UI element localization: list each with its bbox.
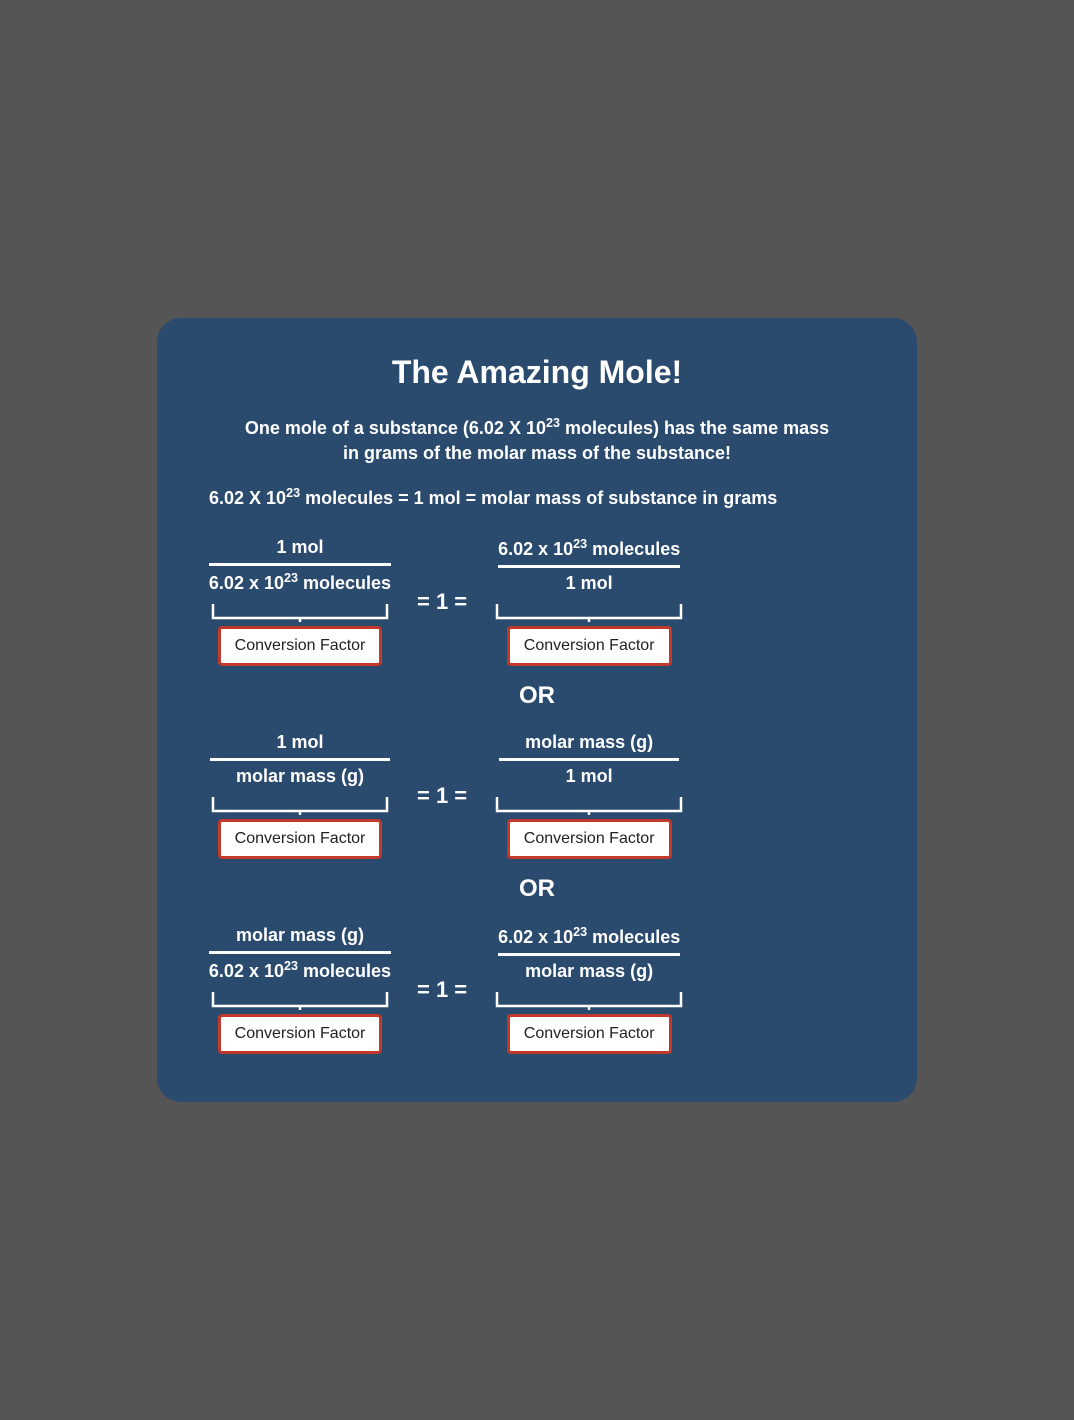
or-1: OR <box>205 682 869 710</box>
bracket-svg-3-left <box>205 988 395 1010</box>
fraction-left-2: 1 mol molar mass (g) Conversion Factor <box>205 732 395 859</box>
section-2: 1 mol molar mass (g) Conversion Factor =… <box>205 732 869 859</box>
bracket-svg-1-right <box>489 600 689 622</box>
conversion-box-2-left: Conversion Factor <box>218 819 383 859</box>
conversion-box-3-left: Conversion Factor <box>218 1014 383 1054</box>
brace-area-1-left: Conversion Factor <box>205 600 395 666</box>
pair-block-2: 1 mol molar mass (g) Conversion Factor =… <box>205 732 869 859</box>
page-title: The Amazing Mole! <box>205 354 869 391</box>
conversion-box-2-right: Conversion Factor <box>507 819 672 859</box>
frac3-left-den: 6.02 x 1023 molecules <box>209 954 391 982</box>
bracket-svg-1-left <box>205 600 395 622</box>
equals-3: = 1 = <box>417 977 467 1003</box>
frac3-left-num: molar mass (g) <box>209 925 391 954</box>
frac3-right-den: molar mass (g) <box>498 956 680 982</box>
frac2-left-num: 1 mol <box>210 732 390 761</box>
frac1-left-den: 6.02 x 1023 molecules <box>209 566 391 594</box>
frac1-right-den: 1 mol <box>498 568 680 594</box>
fraction-left-3: molar mass (g) 6.02 x 1023 molecules Con… <box>205 925 395 1054</box>
fraction-right-1: 6.02 x 1023 molecules 1 mol Conversion F… <box>489 537 689 666</box>
frac2-left-den: molar mass (g) <box>210 761 390 787</box>
frac2-right-num: molar mass (g) <box>499 732 679 761</box>
fraction-right-3: 6.02 x 1023 molecules molar mass (g) Con… <box>489 925 689 1054</box>
brace-area-3-left: Conversion Factor <box>205 988 395 1054</box>
brace-area-2-left: Conversion Factor <box>205 793 395 859</box>
frac2-right-den: 1 mol <box>499 761 679 787</box>
bracket-svg-3-right <box>489 988 689 1010</box>
conversion-box-1-left: Conversion Factor <box>218 626 383 666</box>
main-card: The Amazing Mole! One mole of a substanc… <box>157 318 917 1102</box>
pair-block-3: molar mass (g) 6.02 x 1023 molecules Con… <box>205 925 869 1054</box>
or-2: OR <box>205 875 869 903</box>
section-1: 1 mol 6.02 x 1023 molecules Conversion F… <box>205 537 869 666</box>
equals-2: = 1 = <box>417 783 467 809</box>
conversion-box-3-right: Conversion Factor <box>507 1014 672 1054</box>
bracket-svg-2-left <box>205 793 395 815</box>
frac1-left-num: 1 mol <box>209 537 391 566</box>
fraction-right-2: molar mass (g) 1 mol Conversion Factor <box>489 732 689 859</box>
frac1-right-num: 6.02 x 1023 molecules <box>498 537 680 568</box>
bracket-svg-2-right <box>489 793 689 815</box>
equation-line: 6.02 X 1023 molecules = 1 mol = molar ma… <box>205 486 869 509</box>
brace-area-2-right: Conversion Factor <box>489 793 689 859</box>
section-3: molar mass (g) 6.02 x 1023 molecules Con… <box>205 925 869 1054</box>
pair-block-1: 1 mol 6.02 x 1023 molecules Conversion F… <box>205 537 869 666</box>
conversion-box-1-right: Conversion Factor <box>507 626 672 666</box>
brace-area-3-right: Conversion Factor <box>489 988 689 1054</box>
frac3-right-num: 6.02 x 1023 molecules <box>498 925 680 956</box>
brace-area-1-right: Conversion Factor <box>489 600 689 666</box>
intro-text: One mole of a substance (6.02 X 1023 mol… <box>205 415 869 466</box>
fraction-left-1: 1 mol 6.02 x 1023 molecules Conversion F… <box>205 537 395 666</box>
equals-1: = 1 = <box>417 589 467 615</box>
